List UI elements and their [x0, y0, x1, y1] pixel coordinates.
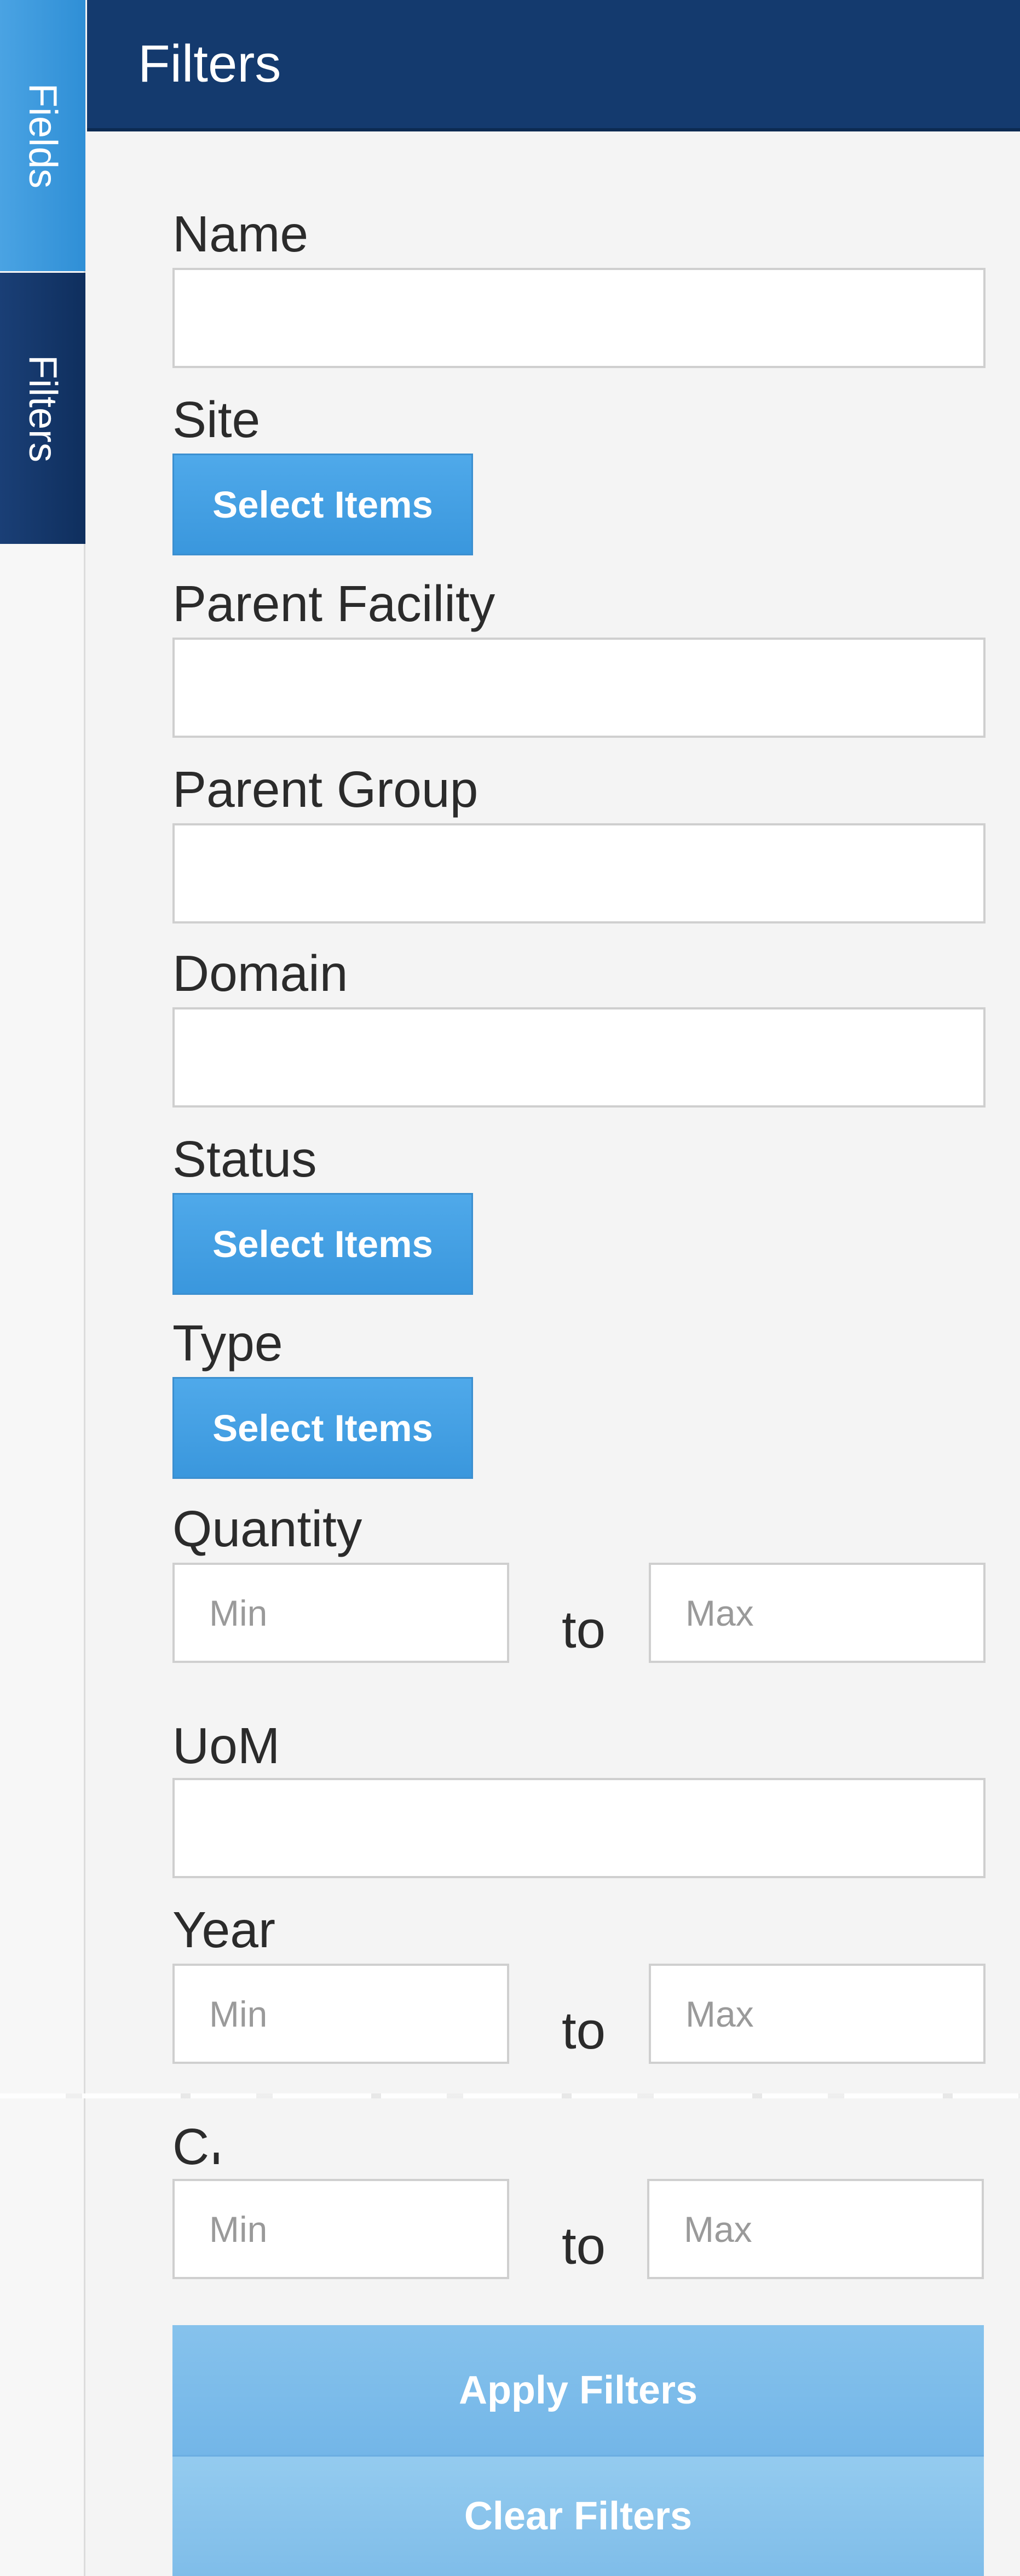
year-max-input[interactable] — [649, 1964, 986, 2064]
domain-label: Domain — [172, 945, 348, 1002]
tab-fields-label: Fields — [21, 83, 65, 188]
quantity-label: Quantity — [172, 1500, 362, 1557]
parent-group-label: Parent Group — [172, 761, 479, 818]
site-select-items-button[interactable]: Select Items — [172, 454, 473, 555]
quantity-max-input[interactable] — [649, 1563, 986, 1663]
name-input[interactable] — [172, 268, 986, 368]
ci-max-input[interactable] — [647, 2179, 984, 2279]
render-tear-divider — [0, 2093, 1020, 2098]
year-label: Year — [172, 1901, 275, 1958]
panel-header: Filters — [87, 0, 1020, 131]
ci-min-input[interactable] — [172, 2179, 509, 2279]
clear-filters-button[interactable]: Clear Filters — [172, 2457, 984, 2576]
parent-facility-input[interactable] — [172, 638, 986, 738]
tab-filters-label: Filters — [21, 354, 65, 462]
tab-filters[interactable]: Filters — [0, 273, 85, 544]
status-label: Status — [172, 1131, 317, 1187]
status-select-items-button[interactable]: Select Items — [172, 1193, 473, 1295]
parent-group-input[interactable] — [172, 823, 986, 923]
site-label: Site — [172, 391, 261, 448]
quantity-min-input[interactable] — [172, 1563, 509, 1663]
side-tab-rail: Fields Filters — [0, 0, 85, 2576]
ci-to-text: to — [562, 2217, 606, 2275]
parent-facility-label: Parent Facility — [172, 575, 495, 632]
quantity-to-text: to — [562, 1600, 606, 1659]
uom-label: UoM — [172, 1717, 280, 1774]
uom-input[interactable] — [172, 1778, 986, 1878]
apply-filters-button[interactable]: Apply Filters — [172, 2325, 984, 2457]
type-label: Type — [172, 1315, 283, 1372]
year-to-text: to — [562, 2001, 606, 2060]
domain-input[interactable] — [172, 1007, 986, 1108]
year-min-input[interactable] — [172, 1964, 509, 2064]
tab-fields[interactable]: Fields — [0, 0, 85, 271]
panel-title: Filters — [138, 35, 281, 93]
type-select-items-button[interactable]: Select Items — [172, 1377, 473, 1479]
name-label: Name — [172, 205, 309, 262]
ci-label-occlusion — [208, 2120, 257, 2153]
